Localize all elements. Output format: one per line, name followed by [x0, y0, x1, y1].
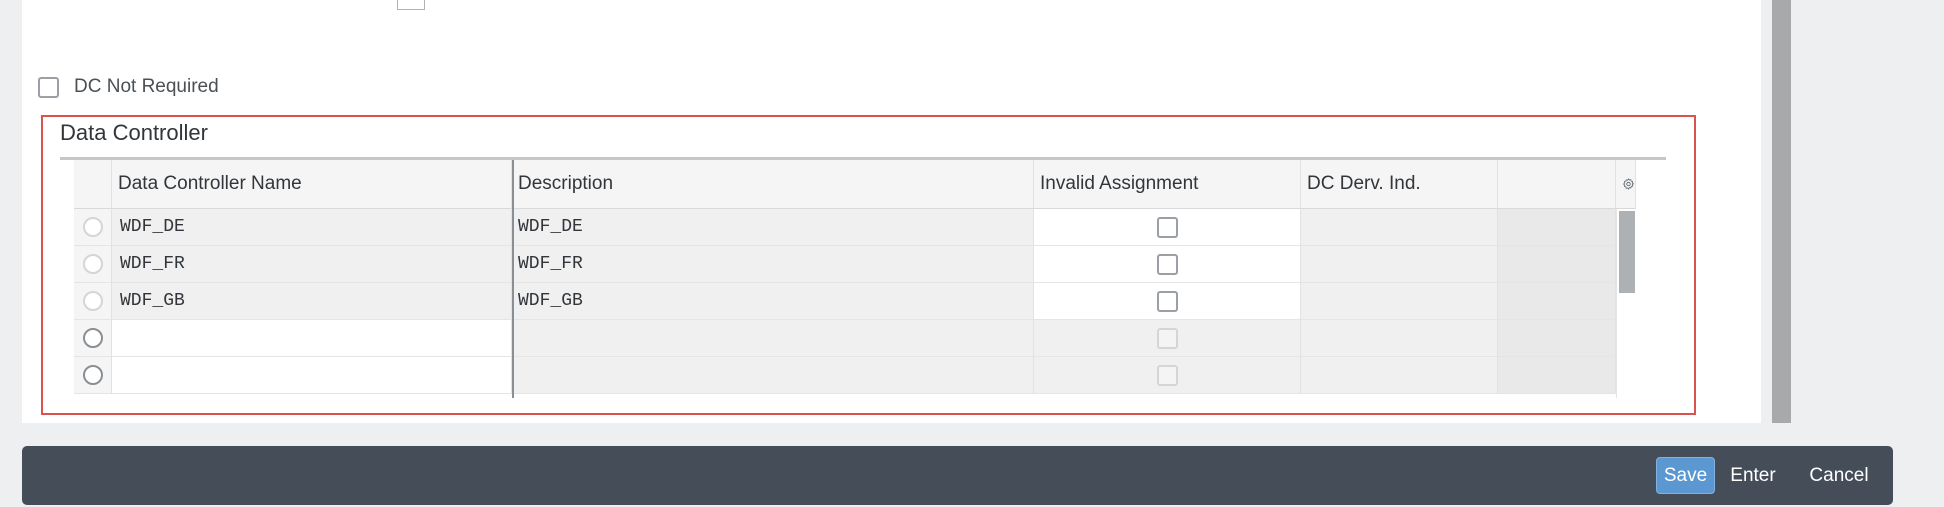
row-selector[interactable]: [74, 209, 112, 246]
dc-not-required-label: DC Not Required: [74, 76, 219, 97]
invalid-assignment-checkbox[interactable]: [1156, 253, 1178, 275]
table-row[interactable]: [74, 320, 1636, 357]
table-row[interactable]: WDF_FR WDF_FR: [74, 246, 1636, 283]
table-scrollbar[interactable]: [1616, 209, 1637, 398]
column-header-invalid-assignment[interactable]: Invalid Assignment: [1034, 160, 1301, 209]
save-button[interactable]: Save: [1656, 457, 1715, 494]
header-filler: [1498, 160, 1616, 209]
row-radio[interactable]: [82, 365, 103, 385]
cell-invalid-assignment: [1034, 209, 1301, 246]
column-header-description[interactable]: Description: [512, 160, 1034, 209]
enter-button[interactable]: Enter: [1722, 457, 1784, 494]
cell-description: [512, 357, 1034, 394]
row-filler: [1498, 320, 1616, 357]
table-row[interactable]: WDF_DE WDF_DE: [74, 209, 1636, 246]
row-radio[interactable]: [82, 254, 103, 274]
data-controller-table: Data Controller Name Description Invalid…: [74, 160, 1637, 398]
invalid-assignment-checkbox: [1156, 364, 1178, 386]
invalid-assignment-checkbox[interactable]: [1156, 290, 1178, 312]
table-row[interactable]: WDF_GB WDF_GB: [74, 283, 1636, 320]
cell-name: WDF_FR: [112, 246, 512, 283]
cell-dc-derv: [1301, 283, 1498, 320]
row-radio[interactable]: [82, 291, 103, 311]
cell-invalid-assignment: [1034, 357, 1301, 394]
column-divider[interactable]: [512, 160, 514, 398]
cell-dc-derv: [1301, 357, 1498, 394]
row-filler: [1498, 209, 1616, 246]
cell-dc-derv: [1301, 246, 1498, 283]
cancel-button[interactable]: Cancel: [1799, 457, 1879, 494]
row-filler: [1498, 246, 1616, 283]
row-selector[interactable]: [74, 320, 112, 357]
cell-invalid-assignment: [1034, 246, 1301, 283]
invalid-assignment-checkbox[interactable]: [1156, 216, 1178, 238]
cell-invalid-assignment: [1034, 320, 1301, 357]
table-header: Data Controller Name Description Invalid…: [74, 160, 1636, 209]
cell-dc-derv: [1301, 320, 1498, 357]
cell-name: WDF_DE: [112, 209, 512, 246]
column-header-dc-derv-ind[interactable]: DC Derv. Ind.: [1301, 160, 1498, 209]
select-all-header[interactable]: [74, 160, 112, 209]
cell-invalid-assignment: [1034, 283, 1301, 320]
row-filler: [1498, 357, 1616, 394]
dc-not-required-option[interactable]: DC Not Required: [38, 76, 219, 98]
dc-not-required-checkbox[interactable]: [38, 76, 59, 98]
cell-name: WDF_GB: [112, 283, 512, 320]
cell-description: WDF_FR: [512, 246, 1034, 283]
table-scrollbar-thumb[interactable]: [1619, 211, 1635, 293]
cell-description: WDF_DE: [512, 209, 1034, 246]
cell-name-input[interactable]: [112, 320, 512, 357]
page-scrollbar[interactable]: [1772, 0, 1791, 423]
row-selector[interactable]: [74, 246, 112, 283]
column-header-name[interactable]: Data Controller Name: [112, 160, 512, 209]
section-title: Data Controller: [60, 120, 208, 145]
cell-dc-derv: [1301, 209, 1498, 246]
footer-toolbar: Save Enter Cancel: [22, 446, 1893, 505]
invalid-assignment-checkbox: [1156, 327, 1178, 349]
cell-description: [512, 320, 1034, 357]
row-selector[interactable]: [74, 357, 112, 394]
row-selector[interactable]: [74, 283, 112, 320]
cell-name-input[interactable]: [112, 357, 512, 394]
row-radio[interactable]: [82, 217, 103, 237]
row-filler: [1498, 283, 1616, 320]
table-settings-button[interactable]: [1616, 160, 1636, 209]
row-radio[interactable]: [82, 328, 103, 348]
cell-description: WDF_GB: [512, 283, 1034, 320]
partial-checkbox[interactable]: [397, 0, 425, 10]
gear-icon[interactable]: [1622, 174, 1635, 194]
table-row[interactable]: [74, 357, 1636, 394]
